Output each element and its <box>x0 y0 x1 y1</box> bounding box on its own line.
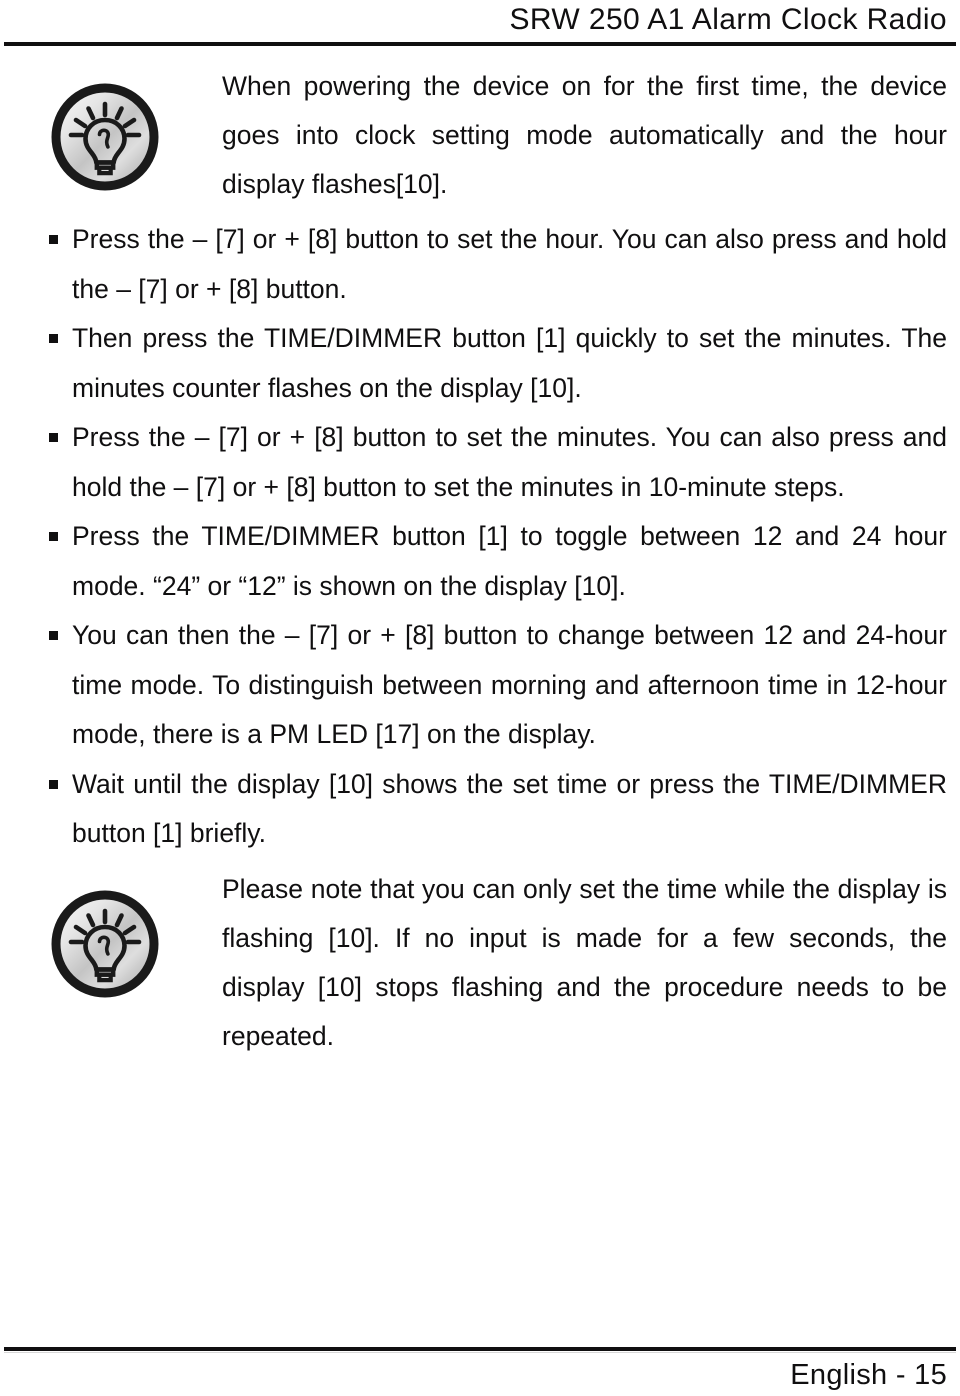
footer-divider <box>4 1347 956 1353</box>
list-item: Press the – [7] or + [8] button to set t… <box>0 215 960 314</box>
list-item: Wait until the display [10] shows the se… <box>0 760 960 859</box>
note-paragraph: When powering the device on for the firs… <box>222 71 947 199</box>
instruction-list: Press the – [7] or + [8] button to set t… <box>0 215 960 859</box>
list-item: You can then the – [7] or + [8] button t… <box>0 611 960 760</box>
list-item: Press the – [7] or + [8] button to set t… <box>0 413 960 512</box>
list-item: Press the TIME/DIMMER button [1] to togg… <box>0 512 960 611</box>
list-item-text: You can then the – [7] or + [8] button t… <box>72 620 947 749</box>
manual-page: { "header": { "title": "SRW 250 A1 Alarm… <box>0 0 960 1396</box>
lightbulb-icon <box>50 889 160 999</box>
note-paragraph: Please note that you can only set the ti… <box>222 873 947 1051</box>
list-item-text: Press the TIME/DIMMER button [1] to togg… <box>72 521 947 601</box>
note-text: When powering the device on for the firs… <box>222 62 947 209</box>
square-bullet-icon <box>49 631 58 640</box>
square-bullet-icon <box>49 779 58 789</box>
header-divider <box>4 41 956 46</box>
square-bullet-icon <box>49 433 58 442</box>
square-bullet-icon <box>49 532 58 541</box>
page-footer: English - 15 <box>0 1336 960 1396</box>
lightbulb-icon <box>50 82 160 192</box>
page-number: English - 15 <box>790 1359 947 1391</box>
list-item-text: Then press the TIME/DIMMER button [1] qu… <box>72 323 947 403</box>
note-block-first-power-on: When powering the device on for the firs… <box>0 62 960 209</box>
list-item-text: Press the – [7] or + [8] button to set t… <box>72 422 947 502</box>
note-block-flashing-timeout: Please note that you can only set the ti… <box>0 865 960 1061</box>
note-text: Please note that you can only set the ti… <box>222 865 947 1061</box>
list-item: Then press the TIME/DIMMER button [1] qu… <box>0 314 960 413</box>
list-item-text: Wait until the display [10] shows the se… <box>72 768 947 849</box>
square-bullet-icon <box>49 334 58 343</box>
page-title: SRW 250 A1 Alarm Clock Radio <box>509 3 947 36</box>
page-content: When powering the device on for the firs… <box>0 62 960 1067</box>
page-header: SRW 250 A1 Alarm Clock Radio <box>0 0 960 46</box>
list-item-text: Press the – [7] or + [8] button to set t… <box>72 224 947 304</box>
square-bullet-icon <box>49 235 58 244</box>
